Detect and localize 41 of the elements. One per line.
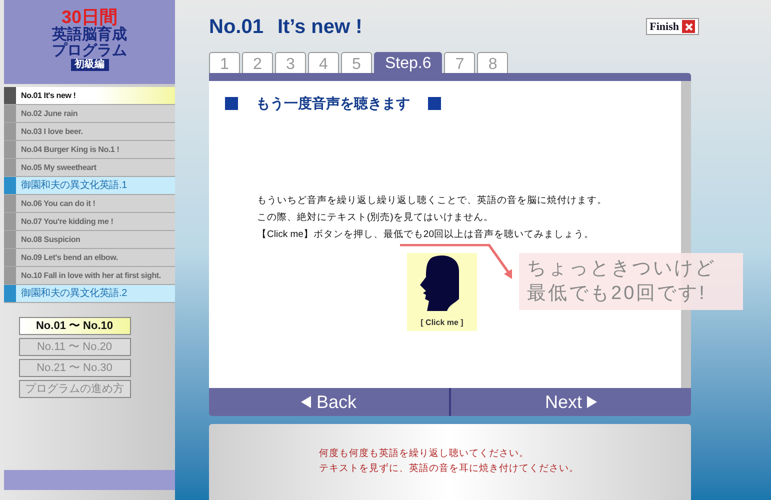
section-link[interactable]: 御園和夫の異文化英語.1 (16, 177, 175, 194)
annotation-note: ちょっときついけど 最低でも20回です! (519, 252, 743, 310)
lesson-item[interactable]: No.06 You can do it ! (16, 195, 175, 212)
lesson-item[interactable]: No.03 I love beer. (16, 123, 175, 140)
notice-text: 何度も何度も英語を繰り返し聴いてください。 (319, 447, 530, 462)
lesson-item[interactable]: No.02 June rain (16, 105, 175, 122)
notice-text: テキストを見ずに、英語の音を耳に焼き付けてください。 (319, 462, 580, 476)
step-tab[interactable]: 5 (341, 52, 372, 73)
step-tab[interactable]: Step.6 (374, 52, 442, 73)
range-button[interactable]: No.01 〜 No.10 (18, 317, 130, 335)
lesson-title: It’s new ! (277, 14, 362, 40)
lesson-number: No.01 (209, 14, 264, 40)
instruction-text: 【Click me】ボタンを押し、最低でも20回以上は音声を聴いてみましょう。 (257, 228, 595, 242)
lesson-item[interactable]: No.08 Suspicion (16, 231, 175, 248)
logo-days: 30日間 (61, 8, 118, 27)
range-button[interactable]: No.21 〜 No.30 (18, 359, 130, 377)
next-button[interactable]: Next (451, 388, 691, 416)
instruction-text: この際、絶対にテキスト(別売)を見てはいけません。 (257, 210, 494, 225)
lesson-item[interactable]: No.10 Fall in love with her at first sight. (16, 267, 175, 284)
click-me-button[interactable]: [ Click me ] (407, 252, 477, 331)
finish-button[interactable]: Finish (646, 18, 699, 36)
logo-level: 初級編 (70, 59, 108, 71)
lesson-item[interactable]: No.01 It's new ! (16, 87, 175, 104)
lesson-item[interactable]: No.07 You're kidding me ! (16, 213, 175, 230)
instruction-text: もういちど音声を繰り返し繰り返し聴くことで、英語の音を脳に焼付けます。 (257, 194, 608, 208)
back-button[interactable]: Back (209, 388, 451, 416)
step-tab[interactable]: 2 (242, 52, 273, 73)
range-button[interactable]: プログラムの進め方 (18, 380, 130, 398)
lesson-item[interactable]: No.05 My sweetheart (16, 159, 175, 176)
step-tab[interactable]: 4 (308, 52, 339, 73)
section-link[interactable]: 御園和夫の異文化英語.2 (16, 285, 175, 302)
lesson-item[interactable]: No.04 Burger King is No.1 ! (16, 141, 175, 158)
range-button[interactable]: No.11 〜 No.20 (18, 338, 130, 356)
logo-title: 英語脳育成 (52, 27, 127, 43)
step-tab[interactable]: 3 (275, 52, 306, 73)
step-tab[interactable]: 1 (209, 52, 240, 73)
step-tab[interactable]: 8 (477, 52, 508, 73)
section-heading: もう一度音声を聴きます (256, 94, 410, 113)
lesson-item[interactable]: No.09 Let's bend an elbow. (16, 249, 175, 266)
logo-title: プログラム (52, 43, 127, 59)
step-tab[interactable]: 7 (444, 52, 476, 73)
